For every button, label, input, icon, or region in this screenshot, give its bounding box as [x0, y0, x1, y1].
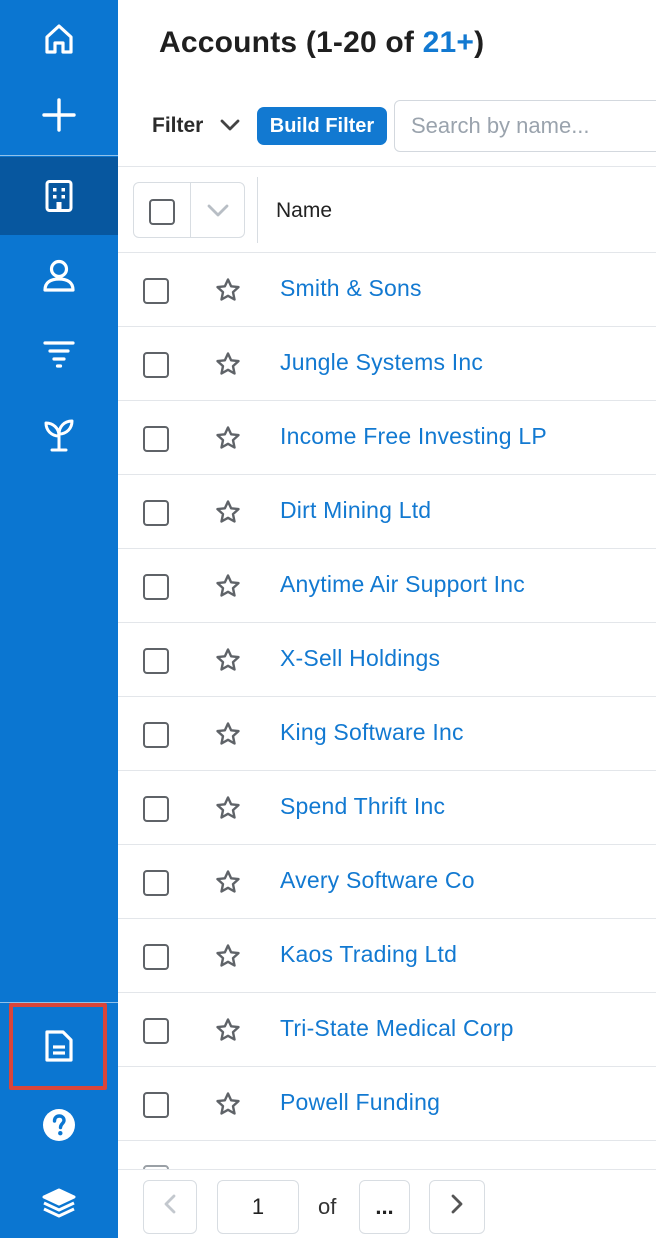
funnel-icon: [42, 339, 76, 369]
star-icon[interactable]: [215, 425, 241, 456]
star-icon[interactable]: [215, 277, 241, 308]
table-row: Avery Software Co: [118, 845, 656, 919]
star-icon[interactable]: [215, 943, 241, 974]
star-icon[interactable]: [215, 573, 241, 604]
sidebar-divider: [0, 155, 118, 156]
star-icon[interactable]: [215, 499, 241, 530]
star-icon[interactable]: [215, 721, 241, 752]
row-checkbox[interactable]: [143, 870, 169, 896]
search-input[interactable]: [395, 101, 656, 151]
table-row: Smith & Sons: [118, 253, 656, 327]
building-icon: [44, 179, 74, 213]
row-checkbox[interactable]: [143, 796, 169, 822]
row-checkbox[interactable]: [143, 722, 169, 748]
sidebar-item-leads[interactable]: [0, 315, 118, 393]
select-all-control: [133, 182, 245, 238]
account-name-link[interactable]: Avery Software Co: [280, 867, 475, 894]
help-icon: [42, 1108, 76, 1142]
page-count-button[interactable]: ...: [359, 1180, 410, 1234]
page-title: Accounts (1-20 of 21+): [159, 26, 484, 60]
star-icon[interactable]: [215, 1017, 241, 1048]
sprout-icon: [43, 418, 75, 452]
account-name-link[interactable]: Jungle Systems Inc: [280, 349, 483, 376]
home-icon: [42, 22, 76, 56]
account-name-link[interactable]: King Software Inc: [280, 719, 464, 746]
build-filter-button[interactable]: Build Filter: [257, 107, 387, 145]
table-row: Income Free Investing LP: [118, 401, 656, 475]
table-row: X-Sell Holdings: [118, 623, 656, 697]
row-checkbox[interactable]: [143, 500, 169, 526]
sidebar: [0, 0, 118, 1238]
sidebar-item-accounts[interactable]: [0, 157, 118, 235]
app: Accounts (1-20 of 21+) Filter Build Filt…: [0, 0, 656, 1238]
account-name-link[interactable]: Income Free Investing LP: [280, 423, 547, 450]
select-divider: [190, 183, 191, 237]
row-checkbox[interactable]: [143, 278, 169, 304]
column-header-name[interactable]: Name: [276, 199, 332, 223]
page-of-label: of: [318, 1194, 337, 1219]
layers-icon: [41, 1187, 77, 1219]
sidebar-item-help[interactable]: [0, 1086, 118, 1164]
row-checkbox[interactable]: [143, 574, 169, 600]
chevron-right-icon: [450, 1193, 464, 1221]
account-name-link[interactable]: Dirt Mining Ltd: [280, 497, 431, 524]
table-row: Spend Thrift Inc: [118, 771, 656, 845]
search-box: [394, 100, 656, 152]
table-row: Powell Funding: [118, 1067, 656, 1141]
row-checkbox[interactable]: [143, 1018, 169, 1044]
account-name-link[interactable]: Powell Funding: [280, 1089, 440, 1116]
sidebar-item-opportunities[interactable]: [0, 396, 118, 474]
filter-dropdown-label[interactable]: Filter: [152, 114, 203, 138]
table-row: Dirt Mining Ltd: [118, 475, 656, 549]
star-icon[interactable]: [215, 351, 241, 382]
column-divider: [257, 177, 258, 243]
page-number-input[interactable]: 1: [217, 1180, 299, 1234]
star-icon[interactable]: [215, 1091, 241, 1122]
table-body: Smith & Sons Jungle Systems Inc Income Fre…: [118, 253, 656, 1141]
table-row-partial: [118, 1141, 656, 1169]
account-name-link[interactable]: Kaos Trading Ltd: [280, 941, 457, 968]
main-content: Accounts (1-20 of 21+) Filter Build Filt…: [118, 0, 656, 1238]
page-title-prefix: Accounts (1-20 of: [159, 26, 423, 59]
table-row: Jungle Systems Inc: [118, 327, 656, 401]
sidebar-item-create[interactable]: [0, 76, 118, 154]
prev-page-button[interactable]: [143, 1180, 197, 1234]
plus-icon: [41, 97, 77, 133]
table-row: Tri-State Medical Corp: [118, 993, 656, 1067]
record-count-link[interactable]: 21+: [423, 26, 475, 59]
table-row: King Software Inc: [118, 697, 656, 771]
row-checkbox[interactable]: [143, 352, 169, 378]
star-icon[interactable]: [215, 795, 241, 826]
pagination: 1 of ...: [118, 1169, 656, 1238]
account-name-link[interactable]: X-Sell Holdings: [280, 645, 440, 672]
user-icon: [41, 258, 77, 294]
highlight-box: [9, 1003, 107, 1090]
chevron-down-icon[interactable]: [206, 201, 230, 226]
star-icon[interactable]: [215, 647, 241, 678]
account-name-link[interactable]: Spend Thrift Inc: [280, 793, 445, 820]
star-icon[interactable]: [215, 869, 241, 900]
page-title-suffix: ): [474, 26, 485, 59]
row-checkbox[interactable]: [143, 1092, 169, 1118]
chevron-left-icon: [163, 1193, 177, 1221]
sidebar-item-layers[interactable]: [0, 1164, 118, 1238]
row-checkbox[interactable]: [143, 944, 169, 970]
filter-bar: Filter Build Filter: [118, 98, 656, 154]
table-header: Name: [118, 166, 656, 253]
chevron-down-icon[interactable]: [219, 116, 241, 139]
account-name-link[interactable]: Anytime Air Support Inc: [280, 571, 525, 598]
row-checkbox[interactable]: [143, 648, 169, 674]
account-name-link[interactable]: Smith & Sons: [280, 275, 422, 302]
account-name-link[interactable]: Tri-State Medical Corp: [280, 1015, 514, 1042]
sidebar-item-contacts[interactable]: [0, 237, 118, 315]
sidebar-item-home[interactable]: [0, 0, 118, 78]
select-all-checkbox[interactable]: [149, 199, 175, 225]
table-row: Anytime Air Support Inc: [118, 549, 656, 623]
table-row: Kaos Trading Ltd: [118, 919, 656, 993]
next-page-button[interactable]: [429, 1180, 485, 1234]
row-checkbox[interactable]: [143, 426, 169, 452]
